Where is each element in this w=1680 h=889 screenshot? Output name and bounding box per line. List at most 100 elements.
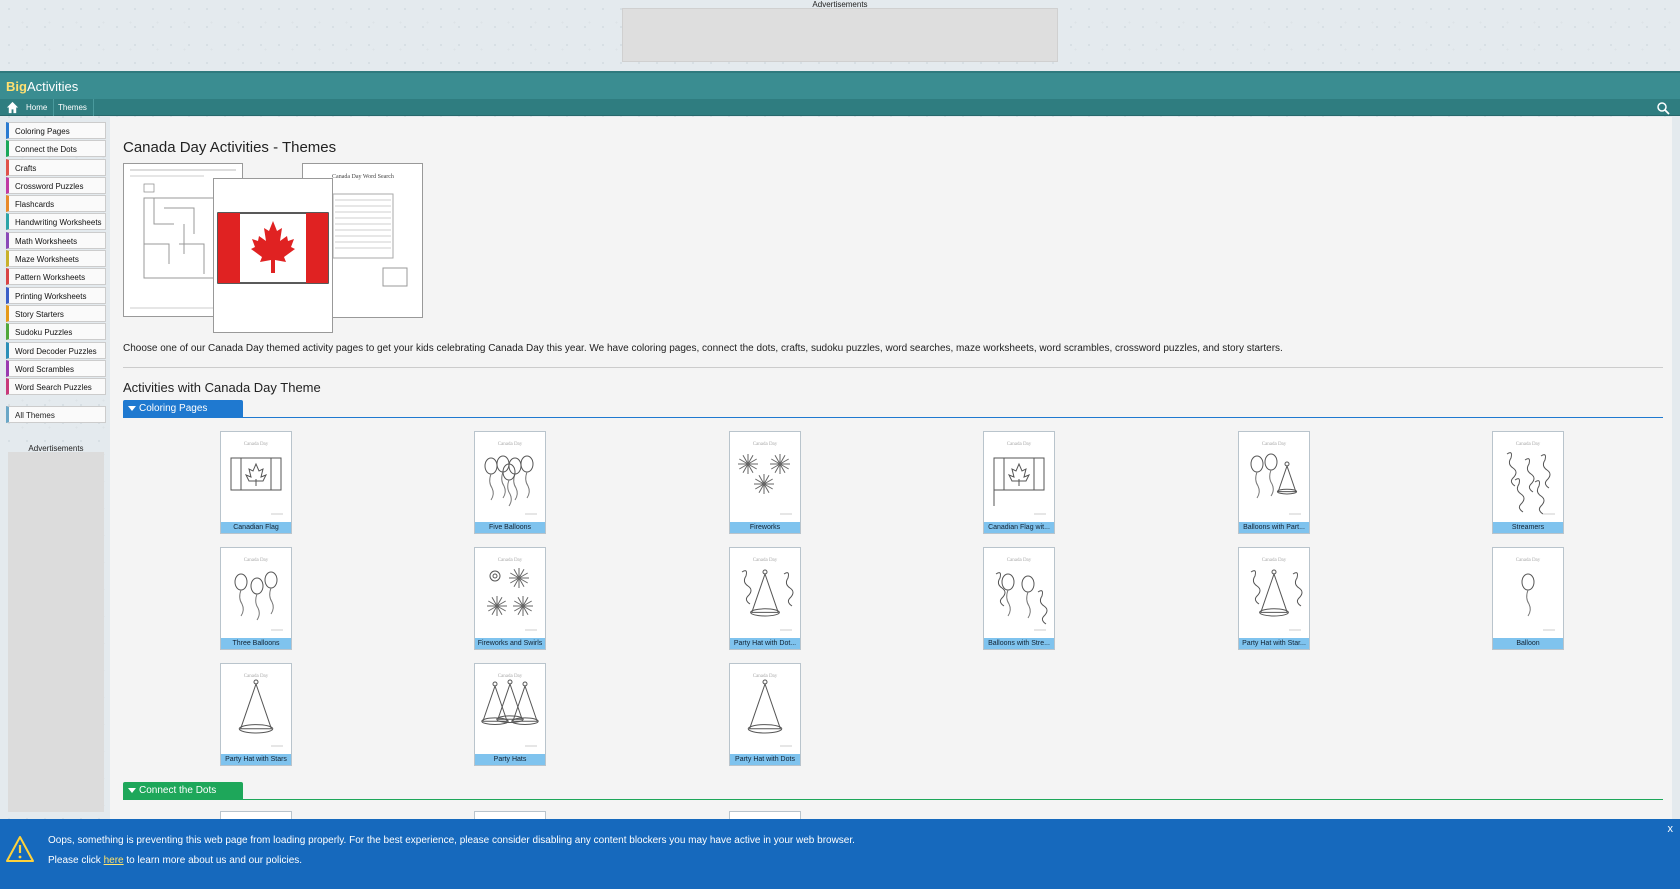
activity-card-title: Balloons with Stre... [984,638,1054,649]
sidebar-item-word-scrambles[interactable]: Word Scrambles [6,359,106,377]
activity-card[interactable]: Canada Day Canadian Flag wit... [983,431,1055,534]
activity-card[interactable]: Canada Day Party Hats [474,663,546,766]
canada-flag-sheet-preview [213,178,333,333]
activity-card[interactable]: Canada Day Balloon [1492,547,1564,650]
close-notice-button[interactable]: x [1668,823,1674,835]
sidebar-item-story-starters[interactable]: Story Starters [6,304,106,322]
svg-text:Canada Day: Canada Day [244,674,269,679]
svg-text:Canada Day: Canada Day [1007,558,1032,563]
activity-card[interactable]: Canada Day Party Hat with Dot... [729,547,801,650]
coloring-page-thumbnail: Canada Day [995,558,1048,631]
notice-text: to learn more about us and our policies. [123,855,303,866]
caret-down-icon [128,788,136,793]
notice-message-2: Please click here to learn more about us… [48,855,302,866]
coloring-page-thumbnail: Canada Day [738,442,792,515]
activity-card[interactable]: Canada Day Balloons with Part... [1238,431,1310,534]
svg-text:Canada Day: Canada Day [244,558,269,563]
activity-card-title: Party Hat with Stars [221,754,291,765]
coloring-page-thumbnail: Canada Day [1250,442,1301,515]
activity-card[interactable]: Canada Day Canadian Flag [220,431,292,534]
activity-card-title: Three Balloons [221,638,291,649]
activity-card-title: Five Balloons [475,522,545,533]
sidebar-item-crossword-puzzles[interactable]: Crossword Puzzles [6,176,106,194]
divider [123,367,1663,368]
activity-card[interactable]: Canada Day Party Hat with Dots [729,663,801,766]
coloring-page-thumbnail: Canada Day [1250,558,1303,631]
sidebar-item-flashcards[interactable]: Flashcards [6,195,106,213]
activity-card[interactable]: Canada Day Three Balloons [220,547,292,650]
category-header-connect-the-dots[interactable]: Connect the Dots [123,782,243,799]
notice-message: Oops, something is preventing this web p… [48,835,855,846]
nav-home-link[interactable]: Home [20,99,55,116]
notice-here-link[interactable]: here [104,855,124,866]
coloring-page-thumbnail: Canada Day [1506,442,1555,515]
svg-text:Canada Day: Canada Day [1262,442,1287,447]
activity-card-title: Party Hat with Dots [730,754,800,765]
svg-text:Canada Day: Canada Day [753,674,778,679]
coloring-page-thumbnail: Canada Day [481,674,539,747]
logo-activities: Activities [26,79,79,94]
svg-text:Canada Day: Canada Day [1007,442,1032,447]
coloring-page-thumbnail: Canada Day [993,442,1046,515]
activity-card-title: Canadian Flag [221,522,291,533]
activity-card[interactable]: Canada Day Party Hat with Star... [1238,547,1310,650]
svg-text:Canada Day: Canada Day [498,558,523,563]
svg-text:Canada Day: Canada Day [244,442,269,447]
sidebar-item-handwriting-worksheets[interactable]: Handwriting Worksheets [6,213,106,231]
activity-card-title: Party Hat with Star... [1239,638,1309,649]
sidebar-item-printing-worksheets[interactable]: Printing Worksheets [6,286,106,304]
top-ad-area: Advertisements [0,0,1680,71]
activity-card-title: Party Hats [475,754,545,765]
sidebar-item-connect-the-dots[interactable]: Connect the Dots [6,140,106,158]
activity-card-title: Balloon [1493,638,1563,649]
sidebar-item-sudoku-puzzles[interactable]: Sudoku Puzzles [6,323,106,341]
home-icon[interactable] [6,101,19,114]
site-header: BigActivities [0,71,1680,99]
svg-text:Canada Day: Canada Day [1262,558,1287,563]
activity-card[interactable]: Canada Day Five Balloons [474,431,546,534]
activity-card[interactable]: Canada Day Fireworks [729,431,801,534]
coloring-page-thumbnail: Canada Day [238,674,283,747]
coloring-page-thumbnail: Canada Day [234,558,283,631]
sidebar-item-word-search-puzzles[interactable]: Word Search Puzzles [6,378,106,396]
svg-text:Canada Day: Canada Day [753,558,778,563]
site-logo[interactable]: BigActivities [6,79,78,94]
notice-text: Please click [48,855,104,866]
svg-text:Canada Day: Canada Day [753,442,778,447]
activity-card-title: Party Hat with Dot... [730,638,800,649]
sidebar-item-maze-worksheets[interactable]: Maze Worksheets [6,250,106,268]
content-blocker-notice: Oops, something is preventing this web p… [0,819,1680,889]
sidebar-item-crafts[interactable]: Crafts [6,158,106,176]
activity-card-title: Fireworks and Swirls [475,638,545,649]
coloring-page-thumbnail: Canada Day [487,558,537,631]
svg-text:Canada Day: Canada Day [498,442,523,447]
sidebar-item-word-decoder-puzzles[interactable]: Word Decoder Puzzles [6,341,106,359]
page-title: Canada Day Activities - Themes [123,139,337,156]
section-title: Activities with Canada Day Theme [123,380,321,395]
svg-text:Canada Day: Canada Day [1516,558,1541,563]
logo-big: Big [6,79,27,94]
activity-card[interactable]: Canada Day Streamers [1492,431,1564,534]
sidebar-item-pattern-worksheets[interactable]: Pattern Worksheets [6,268,106,286]
activity-card[interactable]: Canada Day Fireworks and Swirls [474,547,546,650]
activity-card[interactable]: Canada Day Balloons with Stre... [983,547,1055,650]
warning-icon [6,836,34,862]
sidebar-item-coloring-pages[interactable]: Coloring Pages [6,122,106,139]
search-icon[interactable] [1656,101,1670,115]
nav-themes-link[interactable]: Themes [52,99,94,116]
sidebar-ad-banner[interactable] [8,452,104,812]
activity-card-title: Canadian Flag wit... [984,522,1054,533]
activity-card[interactable]: Canada Day Party Hat with Stars [220,663,292,766]
svg-text:Canada Day Word Search: Canada Day Word Search [332,174,394,180]
top-ad-banner[interactable] [622,8,1058,62]
category-header-coloring-pages[interactable]: Coloring Pages [123,400,243,417]
sidebar-item-math-worksheets[interactable]: Math Worksheets [6,231,106,249]
caret-down-icon [128,406,136,411]
activity-card-title: Balloons with Part... [1239,522,1309,533]
intro-paragraph: Choose one of our Canada Day themed acti… [123,343,1283,354]
coloring-page-thumbnail: Canada Day [484,442,537,515]
theme-hero-image: Canada Day Word Search [123,163,425,333]
sidebar-item-all-themes[interactable]: All Themes [6,406,106,423]
category-label: Connect the Dots [139,785,217,796]
category-underline [123,799,1663,800]
